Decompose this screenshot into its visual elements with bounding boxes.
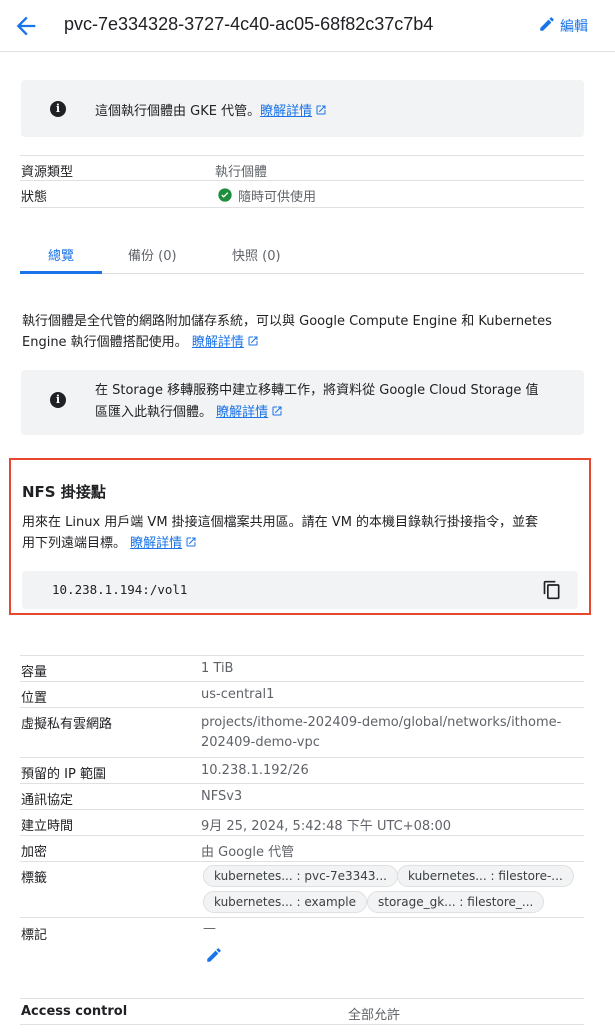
- status-key: 狀態: [21, 190, 48, 205]
- ip-range-value: 10.238.1.192/26: [201, 763, 309, 778]
- nfs-desc-line1: 用來在 Linux 用戶端 VM 掛接這個檔案共用區。請在 VM 的本機目錄執行…: [22, 515, 539, 530]
- overview-description: 執行個體是全代管的網路附加儲存系統，可以與 Google Compute Eng…: [22, 314, 552, 350]
- capacity-value: 1 TiB: [201, 661, 234, 676]
- edit-label: 編輯: [560, 19, 588, 35]
- edit-tags-pencil-icon[interactable]: [205, 946, 223, 968]
- status-row: 狀態 隨時可供使用: [20, 181, 584, 208]
- nfs-mount-section: NFS 掛接點 用來在 Linux 用戶端 VM 掛接這個檔案共用區。請在 VM…: [9, 458, 591, 615]
- external-link-icon: [316, 105, 326, 115]
- created-time-row: 建立時間 9月 25, 2024, 5:42:48 下午 UTC+08:00: [20, 810, 584, 836]
- page-title: pvc-7e334328-3727-4c40-ac05-68f82c37c7b4: [64, 14, 434, 34]
- status-value: 隨時可供使用: [238, 190, 317, 205]
- location-value: us-central1: [201, 687, 275, 702]
- vpc-network-key: 虛擬私有雲網路: [21, 717, 113, 732]
- resource-type-value: 執行個體: [215, 165, 268, 180]
- encryption-row: 加密 由 Google 代管: [20, 836, 584, 862]
- tab-snapshots[interactable]: 快照 (0): [232, 245, 281, 264]
- tab-overview[interactable]: 總覽: [48, 245, 74, 264]
- location-row: 位置 us-central1: [20, 682, 584, 708]
- created-time-value: 9月 25, 2024, 5:42:48 下午 UTC+08:00: [201, 819, 452, 834]
- ip-range-row: 預留的 IP 範圍 10.238.1.192/26: [20, 758, 584, 784]
- label-chip[interactable]: kubernetes... : filestore-...: [397, 865, 574, 887]
- external-link-icon: [186, 537, 196, 547]
- info-icon: i: [50, 392, 66, 408]
- check-circle-icon: [217, 187, 233, 207]
- protocol-value: NFSv3: [201, 789, 243, 804]
- encryption-value: 由 Google 代管: [201, 845, 295, 860]
- resource-type-row: 資源類型 執行個體: [20, 155, 584, 181]
- location-key: 位置: [21, 691, 48, 706]
- mount-target-box: 10.238.1.194:/vol1: [22, 571, 578, 609]
- gke-managed-notice: i 這個執行個體由 GKE 代管。瞭解詳情: [21, 80, 584, 137]
- protocol-row: 通訊協定 NFSv3: [20, 784, 584, 810]
- vpc-network-value: projects/ithome-202409-demo/global/netwo…: [201, 715, 562, 750]
- labels-key: 標籤: [21, 871, 48, 886]
- notice-learn-more-link[interactable]: 瞭解詳情: [260, 104, 327, 119]
- encryption-key: 加密: [21, 845, 48, 860]
- label-chip[interactable]: kubernetes... : pvc-7e3343...: [203, 865, 398, 887]
- access-control-key: Access control: [21, 1004, 128, 1019]
- capacity-key: 容量: [21, 665, 48, 680]
- tags-key: 標記: [21, 928, 48, 943]
- vpc-network-row: 虛擬私有雲網路 projects/ithome-202409-demo/glob…: [20, 708, 584, 758]
- notice-text: 這個執行個體由 GKE 代管。: [95, 104, 261, 119]
- nfs-desc-line2: 用下列遠端目標。: [22, 536, 127, 551]
- nfs-learn-more-link[interactable]: 瞭解詳情: [130, 536, 197, 551]
- tags-value: —: [203, 921, 216, 936]
- migration-text-line1: 在 Storage 移轉服務中建立移轉工作，將資料從 Google Cloud …: [95, 383, 539, 398]
- created-time-key: 建立時間: [21, 819, 74, 834]
- migration-notice: i 在 Storage 移轉服務中建立移轉工作，將資料從 Google Clou…: [21, 370, 584, 435]
- mount-target-text[interactable]: 10.238.1.194:/vol1: [52, 582, 187, 597]
- capacity-row: 容量 1 TiB: [20, 655, 584, 682]
- info-icon: i: [50, 101, 66, 117]
- protocol-key: 通訊協定: [21, 793, 74, 808]
- tags-row: 標記 —: [20, 918, 584, 978]
- access-control-row: Access control 全部允許: [20, 998, 584, 1025]
- copy-icon[interactable]: [542, 580, 562, 604]
- resource-type-key: 資源類型: [21, 165, 74, 180]
- back-arrow-icon[interactable]: [12, 12, 40, 40]
- nfs-title: NFS 掛接點: [22, 483, 106, 501]
- label-chip[interactable]: storage_gk... : filestore_...: [367, 891, 545, 913]
- active-tab-indicator: [20, 271, 102, 274]
- external-link-icon: [248, 336, 258, 346]
- page-header: pvc-7e334328-3727-4c40-ac05-68f82c37c7b4…: [0, 0, 615, 52]
- migration-text-line2: 區匯入此執行個體。: [95, 405, 213, 420]
- ip-range-key: 預留的 IP 範圍: [21, 767, 106, 782]
- external-link-icon: [272, 406, 282, 416]
- tab-backups[interactable]: 備份 (0): [128, 245, 177, 264]
- migration-learn-more-link[interactable]: 瞭解詳情: [216, 405, 283, 420]
- tab-bar: 總覽 備份 (0) 快照 (0): [20, 233, 584, 274]
- pencil-icon: [538, 15, 556, 37]
- label-chip[interactable]: kubernetes... : example: [203, 891, 368, 913]
- overview-learn-more-link[interactable]: 瞭解詳情: [192, 335, 259, 350]
- edit-button[interactable]: 編輯: [538, 15, 588, 37]
- labels-row: 標籤 kubernetes... : pvc-7e3343... kuberne…: [20, 862, 584, 918]
- access-control-value: 全部允許: [348, 1008, 401, 1023]
